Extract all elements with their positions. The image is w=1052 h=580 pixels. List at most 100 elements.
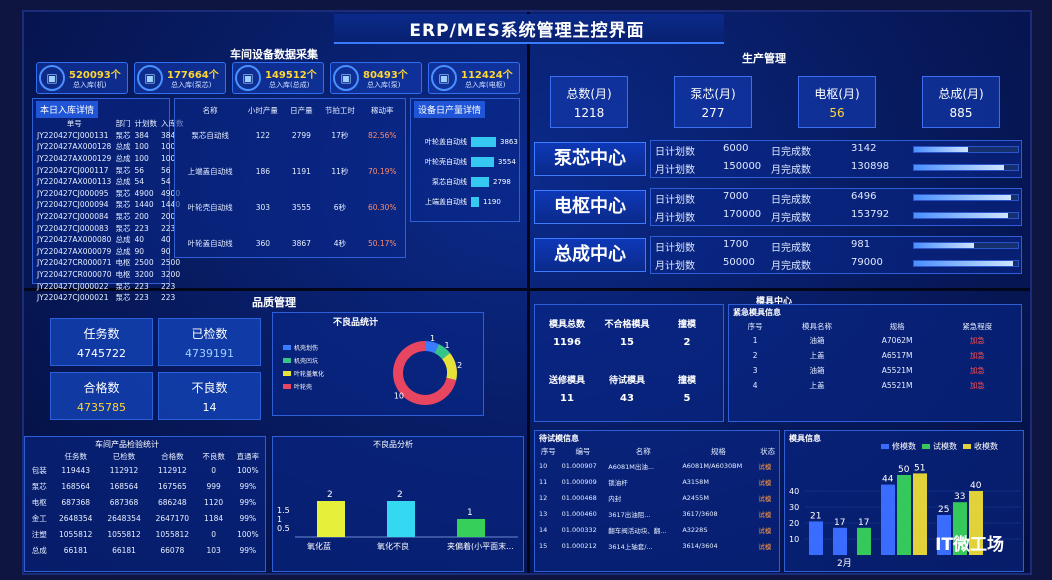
table-cell: 100 bbox=[134, 142, 149, 152]
table-cell: 电枢 bbox=[115, 258, 131, 268]
table-cell: 66078 bbox=[160, 546, 185, 556]
table-row: JY220427AX000128 总成 100 100 bbox=[35, 141, 186, 153]
table-cell: 试模 bbox=[758, 526, 772, 535]
column-header: 模具名称 bbox=[801, 322, 832, 332]
table-row: 上端盖自动线 186 1191 11秒 70.19% bbox=[179, 153, 403, 189]
kpi-label: 总入库(总成) bbox=[269, 81, 310, 89]
kpi-value: 520093个 bbox=[69, 70, 121, 81]
table-cell: 泵芯 bbox=[115, 165, 131, 175]
done-value: 153792 bbox=[851, 209, 890, 220]
kpi-card: ▣ 112424个 总入库(电枢) bbox=[428, 62, 520, 94]
table-cell: 泵芯 bbox=[115, 281, 131, 291]
done-label: 日完成数 bbox=[771, 147, 811, 158]
table-row: JY220427CJ000117 泵芯 56 56 bbox=[35, 164, 186, 176]
mold-info-bar-value: 50 bbox=[898, 465, 910, 475]
table-cell: 3555 bbox=[291, 202, 311, 212]
table-cell: 10 bbox=[539, 461, 548, 470]
table-cell: 6秒 bbox=[333, 202, 346, 212]
plan-value: 150000 bbox=[723, 161, 762, 172]
table-cell: 384 bbox=[134, 130, 149, 140]
done-value: 130898 bbox=[851, 161, 890, 172]
table-row: JY220427AX000129 总成 100 100 bbox=[35, 153, 186, 165]
production-box-value: 1218 bbox=[573, 106, 605, 120]
warehouse-icon: ▣ bbox=[39, 65, 65, 91]
daily-bar-label: 上端盖自动线 bbox=[425, 198, 467, 206]
table-cell: 总成 bbox=[115, 154, 131, 164]
table-row: JY220427CJ000021 泵芯 223 223 bbox=[35, 292, 186, 304]
table-cell: 15 bbox=[539, 541, 548, 550]
progress-fill bbox=[914, 213, 1008, 218]
y-tick-label: 10 bbox=[789, 535, 799, 544]
line-output-panel: 名称 小时产量 日产量 节拍工时 稼动率 泵芯自动线 122 2799 17秒 82.56% 上端盖… bbox=[174, 98, 406, 258]
donut-slice-label: 1 bbox=[430, 334, 435, 343]
table-cell: 3867 bbox=[291, 238, 311, 248]
section-workshop-title: 车间设备数据采集 bbox=[230, 48, 318, 61]
progress-fill bbox=[914, 195, 1011, 200]
table-cell: JY220427CJ000021 bbox=[37, 293, 109, 303]
table-cell: 加急 bbox=[969, 380, 985, 390]
table-cell: 锁油杆 bbox=[608, 478, 628, 487]
mold-info-bar-value: 40 bbox=[970, 481, 982, 491]
defect-bar-label: 氧化不良 bbox=[377, 541, 409, 551]
table-cell: 223 bbox=[161, 281, 176, 291]
done-value: 6496 bbox=[851, 191, 877, 202]
production-box-value: 277 bbox=[701, 106, 725, 120]
table-cell: 687368 bbox=[61, 498, 91, 508]
production-center-name: 电枢中心 bbox=[534, 190, 646, 224]
table-cell: 泵芯 bbox=[115, 293, 131, 303]
legend-label: 叶轮盖氧化 bbox=[294, 371, 325, 378]
daily-bar bbox=[471, 177, 489, 187]
table-row: 包装 119443 112912 112912 0 100% bbox=[27, 463, 265, 479]
table-cell: JY220427CJ000083 bbox=[37, 223, 109, 233]
table-cell: 3614上轴套/... bbox=[608, 542, 653, 551]
defect-bar-value: 1 bbox=[467, 508, 473, 518]
table-cell: JY220427CJ000084 bbox=[37, 212, 109, 222]
column-header bbox=[27, 451, 52, 463]
table-row: 1 油箱 A7062M 加急 bbox=[733, 333, 1017, 348]
table-cell: 翻车阀活动块、翻... bbox=[608, 526, 667, 535]
table-cell: 内封 bbox=[608, 494, 622, 503]
table-row: 15 01.000212 3614上轴套/... 3614/3604 试模 bbox=[537, 538, 779, 554]
table-cell: 电枢 bbox=[31, 498, 47, 508]
table-cell: JY220427AX000113 bbox=[37, 177, 112, 187]
mold-info-bar bbox=[857, 527, 871, 555]
kpi-label: 总入库(电枢) bbox=[465, 81, 506, 89]
table-row: JY220427AX000113 总成 54 54 bbox=[35, 176, 186, 188]
table-cell: 总成 bbox=[115, 246, 131, 256]
table-row: 总成 66181 66181 66078 103 99% bbox=[27, 543, 265, 559]
trial-mold-table: 序号 编号 名称 规格 状态 10 01.000907 A6081M出油... A6081M/A… bbox=[537, 446, 779, 554]
table-cell: 66181 bbox=[63, 546, 88, 556]
production-box-label: 电枢(月) bbox=[814, 87, 860, 101]
kpi-label: 总入库(泵) bbox=[367, 81, 401, 89]
table-cell: 66181 bbox=[112, 546, 136, 556]
mold-info-bar bbox=[833, 527, 847, 555]
table-row: JY220427CJ000095 泵芯 4900 4900 bbox=[35, 188, 186, 200]
quality-kpi-value: 14 bbox=[202, 401, 217, 414]
table-row: JY220427AX000080 总成 40 40 bbox=[35, 234, 186, 246]
table-cell: 99% bbox=[239, 546, 257, 556]
y-tick-label: 0.5 bbox=[277, 524, 290, 533]
kpi-card: ▣ 149512个 总入库(总成) bbox=[232, 62, 324, 94]
table-cell: 200 bbox=[134, 212, 149, 222]
quality-kpi: 已检数 4739191 bbox=[158, 318, 261, 366]
quality-kpi-label: 任务数 bbox=[83, 327, 120, 341]
mold-stat-label: 不合格模具 bbox=[604, 320, 650, 330]
table-header: 任务数 已检数 合格数 不良数 直通率 bbox=[27, 451, 265, 463]
table-cell: JY220427CR000071 bbox=[37, 258, 112, 268]
kpi-value: 177664个 bbox=[167, 70, 219, 81]
table-cell: 试模 bbox=[758, 494, 772, 503]
defect-bar bbox=[457, 519, 485, 537]
quality-kpi-label: 合格数 bbox=[83, 381, 120, 395]
production-box-label: 总成(月) bbox=[938, 87, 984, 101]
production-box: 电枢(月) 56 bbox=[798, 76, 876, 128]
table-row: 4 上盖 A5521M 加急 bbox=[733, 378, 1017, 393]
defect-bar-value: 2 bbox=[397, 490, 403, 500]
defect-bar-value: 2 bbox=[327, 490, 333, 500]
production-center-panel: 日计划数 7000 日完成数 6496 月计划数 170000 月完成数 153792 bbox=[650, 188, 1022, 226]
kpi-value: 149512个 bbox=[265, 70, 317, 81]
table-cell: 加急 bbox=[969, 350, 985, 360]
mold-stat-value: 11 bbox=[560, 393, 574, 404]
y-tick-label: 20 bbox=[789, 519, 799, 528]
section-production-title: 生产管理 bbox=[742, 52, 786, 65]
progress-bar bbox=[913, 242, 1019, 249]
